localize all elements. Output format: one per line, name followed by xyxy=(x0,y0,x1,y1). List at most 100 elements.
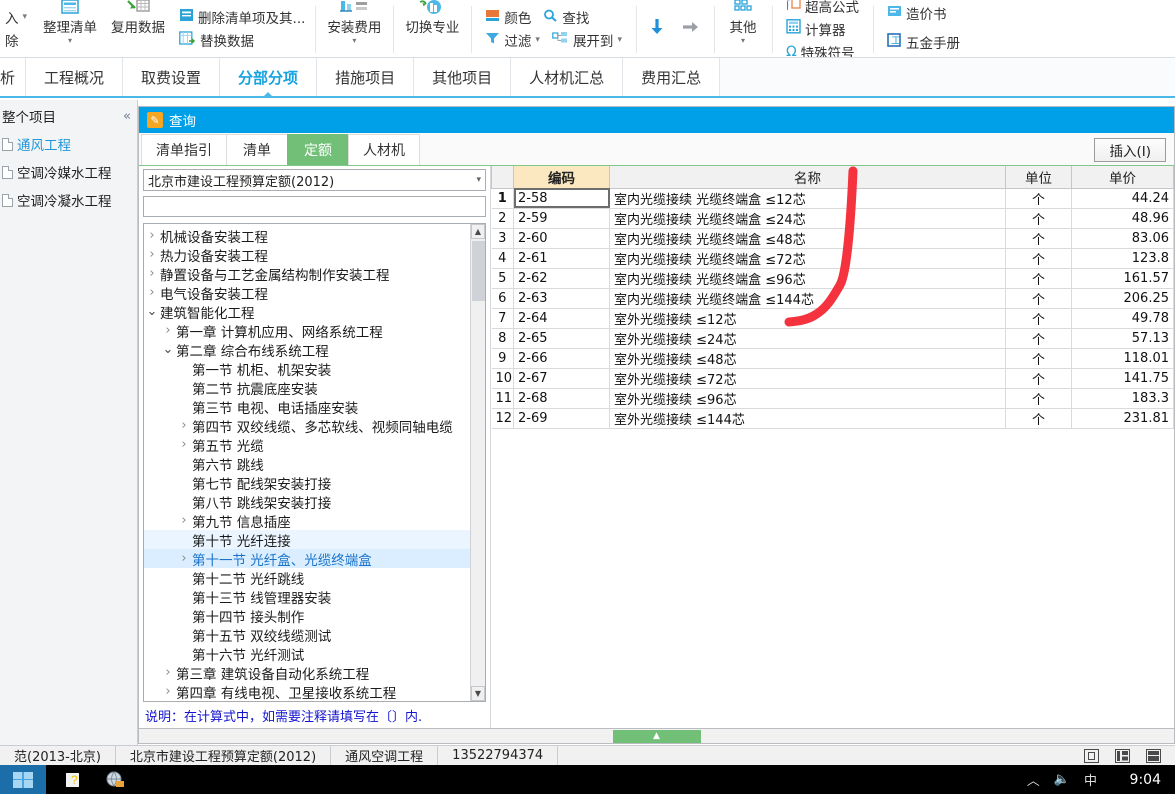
cell-unit[interactable]: 个 xyxy=(1005,208,1072,229)
ribbon-switch-profession-button[interactable]: 切换专业 xyxy=(398,0,466,57)
cell-code[interactable]: 2-68 xyxy=(513,388,610,409)
grid-col-code[interactable]: 编码 xyxy=(513,166,610,189)
cell-name[interactable]: 室外光缆接续 ≤72芯 xyxy=(609,368,1006,389)
ribbon-install-fee-button[interactable]: 安装费用 ▾ xyxy=(320,0,388,57)
chevron-right-icon[interactable]: › xyxy=(144,228,160,243)
dialog-tab-quota[interactable]: 定额 xyxy=(287,134,349,165)
tree-node[interactable]: 第十二节 光纤跳线 xyxy=(144,568,470,588)
cell-price[interactable]: 118.01 xyxy=(1071,348,1174,369)
tree-node[interactable]: 第十三节 线管理器安装 xyxy=(144,587,470,607)
cell-unit[interactable]: 个 xyxy=(1005,308,1072,329)
grid-col-unit[interactable]: 单位 xyxy=(1005,166,1072,189)
cell-price[interactable]: 161.57 xyxy=(1071,268,1174,289)
tree-node[interactable]: › 热力设备安装工程 xyxy=(144,245,470,265)
tab-division-items[interactable]: 分部分项 xyxy=(220,58,318,96)
cell-rn[interactable]: 7 xyxy=(491,308,514,329)
table-row[interactable]: 10 2-67 室外光缆接续 ≤72芯个 141.75 xyxy=(491,368,1174,389)
scroll-down-icon[interactable]: ▼ xyxy=(471,686,485,701)
table-row[interactable]: 2 2-59 室内光缆接续 光缆终端盒 ≤24芯个 48.96 xyxy=(491,208,1174,229)
cell-code[interactable]: 2-63 xyxy=(513,288,610,309)
ribbon-move-down-button[interactable] xyxy=(641,17,673,41)
taskbar-clock[interactable]: 9:04 xyxy=(1130,765,1161,794)
chevron-right-icon[interactable]: › xyxy=(176,418,192,433)
cell-price[interactable]: 183.3 xyxy=(1071,388,1174,409)
ribbon-cost-book-button[interactable]: 造价书 xyxy=(882,2,965,24)
stacked-view-icon[interactable] xyxy=(1146,748,1161,763)
cell-price[interactable]: 49.78 xyxy=(1071,308,1174,329)
insert-button[interactable]: 插入(I) xyxy=(1094,138,1166,162)
tab-cost-summary[interactable]: 费用汇总 xyxy=(623,58,721,96)
ribbon-insert-item[interactable]: 入 ▾ xyxy=(0,6,32,28)
ribbon-move-right-button[interactable] xyxy=(673,19,709,39)
quota-grid[interactable]: 编码 名称 单位 单价 1 2-58 室内光缆接续 光缆终端盒 ≤12芯个 44.24… xyxy=(491,166,1174,429)
collapse-handle[interactable]: ▲ xyxy=(612,729,701,743)
tree-node[interactable]: 第一节 机柜、机架安装 xyxy=(144,359,470,379)
cell-unit[interactable]: 个 xyxy=(1005,348,1072,369)
table-row[interactable]: 11 2-68 室外光缆接续 ≤96芯个 183.3 xyxy=(491,388,1174,409)
cell-code[interactable]: 2-64 xyxy=(513,308,610,329)
tree-node[interactable]: › 第五节 光缆 xyxy=(144,435,470,455)
dialog-tab-resources[interactable]: 人材机 xyxy=(348,134,420,165)
tab-other-items[interactable]: 其他项目 xyxy=(414,58,512,96)
chevron-down-icon[interactable]: ⌄ xyxy=(144,305,160,318)
cell-code[interactable]: 2-67 xyxy=(513,368,610,389)
cell-code[interactable]: 2-65 xyxy=(513,328,610,349)
tab-measure-items[interactable]: 措施项目 xyxy=(317,58,415,96)
tree-node[interactable]: › 机械设备安装工程 xyxy=(144,226,470,246)
table-row[interactable]: 7 2-64 室外光缆接续 ≤12芯个 49.78 xyxy=(491,308,1174,329)
tree-node[interactable]: › 静置设备与工艺金属结构制作安装工程 xyxy=(144,264,470,284)
cell-unit[interactable]: 个 xyxy=(1005,408,1072,429)
cell-rn[interactable]: 5 xyxy=(491,268,514,289)
dialog-tab-list[interactable]: 清单 xyxy=(226,134,288,165)
cell-price[interactable]: 57.13 xyxy=(1071,328,1174,349)
ribbon-special-symbol-button[interactable]: Ω 特殊符号 xyxy=(781,41,864,58)
chevron-right-icon[interactable]: › xyxy=(144,247,160,262)
tree-node[interactable]: › 第三章 建筑设备自动化系统工程 xyxy=(144,663,470,683)
cell-code[interactable]: 2-58 xyxy=(513,188,610,209)
cell-rn[interactable]: 9 xyxy=(491,348,514,369)
project-item-ventilation[interactable]: 通风工程 xyxy=(0,130,137,158)
tab-project-overview[interactable]: 工程概况 xyxy=(26,58,124,96)
table-row[interactable]: 1 2-58 室内光缆接续 光缆终端盒 ≤12芯个 44.24 xyxy=(491,188,1174,209)
ribbon-formula-button[interactable]: ∫ 超高公式 xyxy=(781,0,864,17)
table-row[interactable]: 9 2-66 室外光缆接续 ≤48芯个 118.01 xyxy=(491,348,1174,369)
cell-name[interactable]: 室外光缆接续 ≤12芯 xyxy=(609,308,1006,329)
scroll-up-icon[interactable]: ▲ xyxy=(471,224,485,239)
single-view-icon[interactable] xyxy=(1084,748,1099,763)
project-item-refrigerant-water[interactable]: 空调冷媒水工程 xyxy=(0,158,137,186)
cell-price[interactable]: 48.96 xyxy=(1071,208,1174,229)
chevron-right-icon[interactable]: › xyxy=(144,285,160,300)
tree-node[interactable]: 第十四节 接头制作 xyxy=(144,606,470,626)
tray-volume-icon[interactable]: 🔈 xyxy=(1054,772,1070,787)
chevron-right-icon[interactable]: › xyxy=(160,684,176,699)
tree-node[interactable]: 第八节 跳线架安装打接 xyxy=(144,492,470,512)
chevron-right-icon[interactable]: › xyxy=(176,513,192,528)
chevron-right-icon[interactable]: › xyxy=(160,665,176,680)
tray-ime-icon[interactable]: 中 xyxy=(1084,770,1097,789)
scrollbar-thumb[interactable] xyxy=(472,241,485,301)
cell-unit[interactable]: 个 xyxy=(1005,268,1072,289)
cell-name[interactable]: 室内光缆接续 光缆终端盒 ≤12芯 xyxy=(609,188,1006,209)
ribbon-delete-item[interactable]: 除 xyxy=(0,29,32,51)
cell-price[interactable]: 44.24 xyxy=(1071,188,1174,209)
cell-price[interactable]: 206.25 xyxy=(1071,288,1174,309)
tree-node[interactable]: › 第一章 计算机应用、网络系统工程 xyxy=(144,321,470,341)
tree-scrollbar[interactable]: ▲ ▼ xyxy=(470,224,485,701)
tree-node[interactable]: 第十六节 光纤测试 xyxy=(144,644,470,664)
cell-unit[interactable]: 个 xyxy=(1005,248,1072,269)
ribbon-calculator-button[interactable]: 计算器 xyxy=(781,18,864,40)
cell-price[interactable]: 123.8 xyxy=(1071,248,1174,269)
cell-code[interactable]: 2-59 xyxy=(513,208,610,229)
table-row[interactable]: 4 2-61 室内光缆接续 光缆终端盒 ≤72芯个 123.8 xyxy=(491,248,1174,269)
cell-unit[interactable]: 个 xyxy=(1005,288,1072,309)
search-input[interactable] xyxy=(143,196,486,217)
cell-name[interactable]: 室内光缆接续 光缆终端盒 ≤144芯 xyxy=(609,288,1006,309)
chevron-right-icon[interactable]: › xyxy=(176,551,192,566)
tree-node[interactable]: 第十五节 双绞线缆测试 xyxy=(144,625,470,645)
cell-unit[interactable]: 个 xyxy=(1005,188,1072,209)
tree-node[interactable]: 第十节 光纤连接 xyxy=(144,530,470,550)
split-view-icon[interactable] xyxy=(1115,748,1130,763)
tree-node[interactable]: 第六节 跳线 xyxy=(144,454,470,474)
ribbon-hardware-manual-button[interactable]: 工 五金手册 xyxy=(882,31,965,53)
taskbar-app-globe-icon[interactable] xyxy=(104,770,126,790)
